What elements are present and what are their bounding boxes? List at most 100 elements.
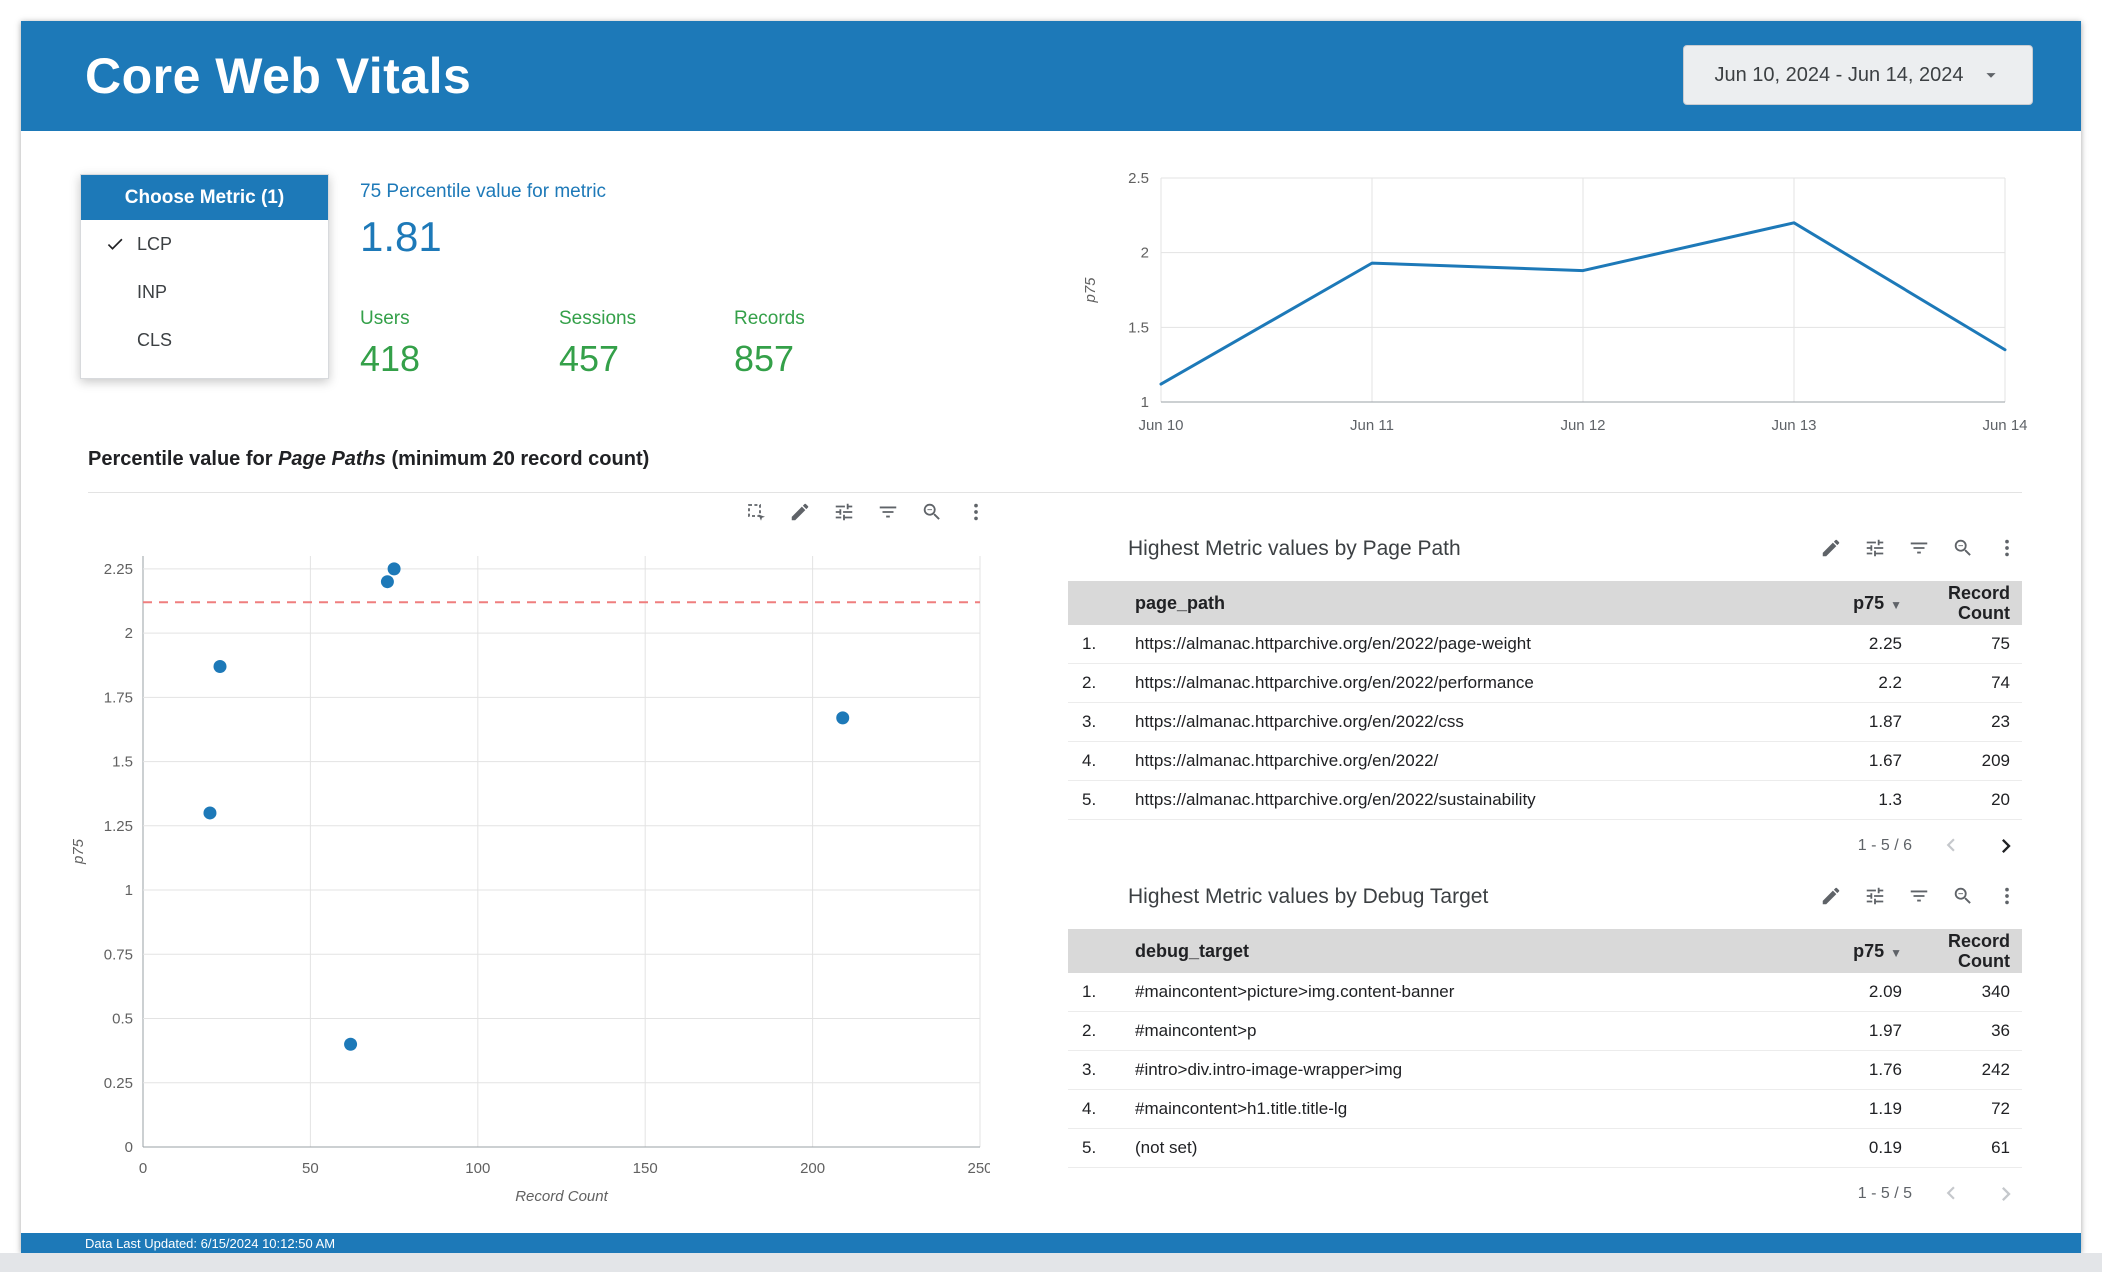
metric-option-cls[interactable]: CLS <box>81 316 328 364</box>
zoom-icon[interactable] <box>1952 885 1976 909</box>
zoom-icon[interactable] <box>1952 537 1976 561</box>
table-body: 1. #maincontent>picture>img.content-banne… <box>1068 973 2022 1168</box>
row-p75-cell: 1.19 <box>1868 1099 1902 1118</box>
row-p75-cell: 0.19 <box>1868 1138 1902 1157</box>
column-header-page-path[interactable]: page_path <box>1116 593 1772 614</box>
svg-text:2.5: 2.5 <box>1128 170 1149 187</box>
row-p75-cell: 1.3 <box>1878 790 1902 809</box>
table-row[interactable]: 5. https://almanac.httparchive.org/en/202… <box>1068 781 2022 820</box>
debug-target-table: Highest Metric values by Debug Target de… <box>1068 879 2022 1208</box>
column-header-record-count[interactable]: Record Count <box>1902 583 2022 623</box>
column-header-debug-target[interactable]: debug_target <box>1116 941 1772 962</box>
row-record-count-cell: 75 <box>1991 634 2010 653</box>
more-vert-icon[interactable] <box>965 501 989 525</box>
row-key-cell: #intro>div.intro-image-wrapper>img <box>1135 1060 1403 1079</box>
table-row[interactable]: 5. (not set) 0.19 61 <box>1068 1129 2022 1168</box>
more-vert-icon[interactable] <box>1996 537 2020 561</box>
kpi-users: Users 418 <box>360 308 420 380</box>
row-p75-cell: 2.09 <box>1868 982 1902 1001</box>
edit-icon[interactable] <box>789 501 813 525</box>
row-key-cell: https://almanac.httparchive.org/en/2022/ <box>1135 751 1439 770</box>
column-header-p75[interactable]: p75 ▼ <box>1772 941 1902 962</box>
row-p75-cell: 2.2 <box>1878 673 1902 692</box>
tune-icon[interactable] <box>1864 537 1888 561</box>
app-header: Core Web Vitals Jun 10, 2024 - Jun 14, 2… <box>21 21 2081 131</box>
filter-icon[interactable] <box>877 501 901 525</box>
table-row[interactable]: 1. https://almanac.httparchive.org/en/202… <box>1068 625 2022 664</box>
more-vert-icon[interactable] <box>1996 885 2020 909</box>
scatter-point[interactable] <box>203 806 217 820</box>
column-header-record-count[interactable]: Record Count <box>1902 931 2022 971</box>
scatter-point[interactable] <box>213 659 227 673</box>
p75-trend-line-chart[interactable]: Jun 10 Jun 11 Jun 12 Jun 13 Jun 14 1 1.5 2 2.5 p7… <box>1075 168 2045 458</box>
scatter-point[interactable] <box>836 711 850 725</box>
table-pagination: 1 - 5 / 5 <box>1068 1180 2022 1208</box>
row-record-count-cell: 72 <box>1991 1099 2010 1118</box>
svg-text:2: 2 <box>1141 245 1149 262</box>
section-title-suffix: (minimum 20 record count) <box>385 448 650 470</box>
scatter-point[interactable] <box>344 1037 358 1051</box>
kpi-label: Records <box>734 308 805 329</box>
caret-down-icon <box>1985 73 1996 78</box>
row-index: 4. <box>1082 751 1097 770</box>
table-row[interactable]: 1. #maincontent>picture>img.content-banne… <box>1068 973 2022 1012</box>
filter-icon[interactable] <box>1908 885 1932 909</box>
report-footer: Data Last Updated: 6/15/2024 10:12:50 AM <box>21 1233 2081 1253</box>
row-key-cell: #maincontent>picture>img.content-banner <box>1135 982 1455 1001</box>
tune-icon[interactable] <box>1864 885 1888 909</box>
pagination-prev-icon[interactable] <box>1938 1180 1966 1208</box>
svg-text:Record Count: Record Count <box>515 1188 608 1205</box>
pagination-label: 1 - 5 / 5 <box>1857 1185 1912 1202</box>
kpi-value: 457 <box>559 338 620 379</box>
table-title: Highest Metric values by Debug Target <box>1128 885 1489 908</box>
metric-option-label: INP <box>137 281 168 302</box>
scatter-point[interactable] <box>387 562 401 576</box>
kpi-value: 857 <box>734 338 795 379</box>
tune-icon[interactable] <box>833 501 857 525</box>
p75-scorecard: 75 Percentile value for metric 1.81 <box>360 181 606 261</box>
row-record-count-cell: 74 <box>1991 673 2010 692</box>
row-index: 4. <box>1082 1099 1097 1118</box>
row-key-cell: https://almanac.httparchive.org/en/2022/… <box>1135 790 1536 809</box>
scatter-section-title: Percentile value for Page Paths (minimum… <box>88 448 649 471</box>
row-p75-cell: 1.97 <box>1868 1021 1902 1040</box>
table-row[interactable]: 2. https://almanac.httparchive.org/en/202… <box>1068 664 2022 703</box>
row-index: 2. <box>1082 673 1097 692</box>
table-row[interactable]: 4. https://almanac.httparchive.org/en/202… <box>1068 742 2022 781</box>
row-p75-cell: 1.76 <box>1868 1060 1902 1079</box>
table-row[interactable]: 2. #maincontent>p 1.97 36 <box>1068 1012 2022 1051</box>
svg-text:Jun 11: Jun 11 <box>1350 417 1394 434</box>
date-range-picker[interactable]: Jun 10, 2024 - Jun 14, 2024 <box>1683 45 2033 105</box>
svg-text:2.25: 2.25 <box>104 561 133 578</box>
zoom-icon[interactable] <box>921 501 945 525</box>
scatter-point[interactable] <box>380 575 394 589</box>
p75-record-count-scatter-chart[interactable]: 0 50 100 150 200 250 0 0.25 0.5 0.75 1 1.25 1.5 1.75 2… <box>67 544 990 1217</box>
svg-text:0.75: 0.75 <box>104 946 133 963</box>
scatter-chart-toolbar <box>745 501 989 525</box>
table-row[interactable]: 4. #maincontent>h1.title.title-lg 1.19 72 <box>1068 1090 2022 1129</box>
svg-text:100: 100 <box>465 1160 490 1177</box>
sort-desc-icon: ▼ <box>1890 945 1902 960</box>
table-row[interactable]: 3. https://almanac.httparchive.org/en/202… <box>1068 703 2022 742</box>
metric-option-lcp[interactable]: LCP <box>81 220 328 268</box>
table-header-row: page_path p75 ▼ Record Count <box>1068 581 2022 625</box>
row-index: 3. <box>1082 712 1097 731</box>
metric-option-inp[interactable]: INP <box>81 268 328 316</box>
kpi-label: Sessions <box>559 308 637 329</box>
pagination-next-icon[interactable] <box>1992 1180 2020 1208</box>
pagination-next-icon[interactable] <box>1992 832 2020 860</box>
row-record-count-cell: 20 <box>1991 790 2010 809</box>
filter-icon[interactable] <box>1908 537 1932 561</box>
column-header-p75[interactable]: p75 ▼ <box>1772 593 1902 614</box>
marquee-select-icon[interactable] <box>745 501 769 525</box>
table-row[interactable]: 3. #intro>div.intro-image-wrapper>img 1.76… <box>1068 1051 2022 1090</box>
svg-text:1.5: 1.5 <box>1128 319 1149 336</box>
section-title-prefix: Percentile value for <box>88 448 279 470</box>
edit-icon[interactable] <box>1820 537 1844 561</box>
svg-text:p75: p75 <box>70 838 87 865</box>
metric-filter-panel: Choose Metric (1) LCP INP CLS <box>80 174 329 379</box>
edit-icon[interactable] <box>1820 885 1844 909</box>
pagination-prev-icon[interactable] <box>1938 832 1966 860</box>
page-title: Core Web Vitals <box>85 48 472 104</box>
svg-text:2: 2 <box>125 625 133 642</box>
